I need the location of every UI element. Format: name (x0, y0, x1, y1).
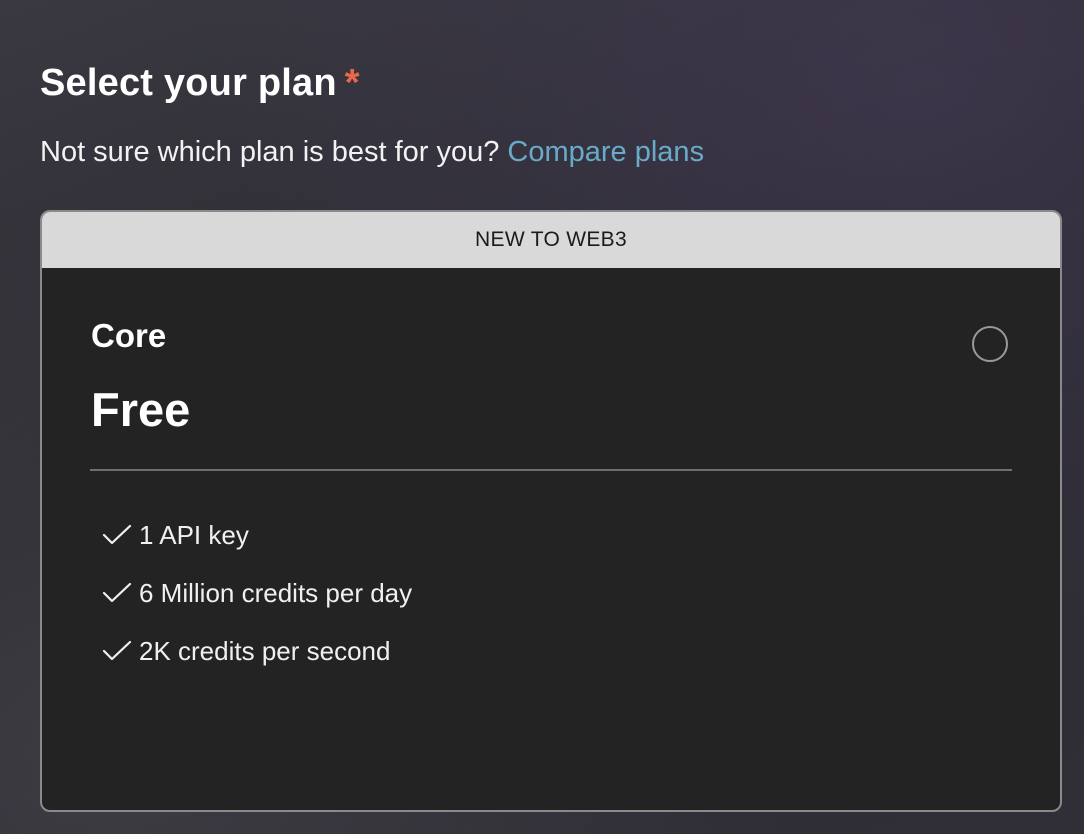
required-marker: * (344, 62, 360, 104)
feature-item: 2K credits per second (101, 622, 412, 680)
check-icon (102, 640, 132, 661)
plan-select-radio[interactable] (972, 326, 1008, 362)
feature-item: 1 API key (101, 506, 412, 564)
feature-item: 6 Million credits per day (101, 564, 412, 622)
page-title: Select your plan * (40, 62, 360, 105)
feature-list: 1 API key 6 Million credits per day 2K c… (101, 506, 412, 680)
page-title-text: Select your plan (40, 62, 337, 104)
feature-label: 2K credits per second (139, 635, 391, 666)
check-icon (102, 582, 132, 603)
feature-label: 6 Million credits per day (139, 577, 413, 608)
card-divider (90, 469, 1012, 471)
plan-price: Free (91, 383, 191, 436)
feature-label: 1 API key (139, 519, 249, 550)
plan-card-core[interactable]: NEW TO WEB3 Core Free 1 API key 6 Millio… (40, 210, 1062, 812)
plan-help-text: Not sure which plan is best for you? Comp… (40, 136, 704, 169)
plan-name: Core (91, 317, 167, 354)
plan-badge-banner: NEW TO WEB3 (42, 212, 1060, 268)
check-icon (102, 524, 132, 545)
plan-help-question: Not sure which plan is best for you? (40, 136, 500, 168)
compare-plans-link[interactable]: Compare plans (507, 136, 704, 168)
